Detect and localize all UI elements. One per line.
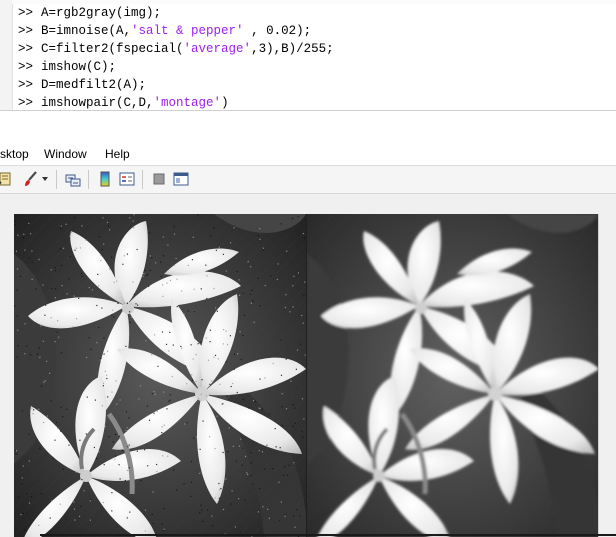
command-prompt: >> (18, 24, 34, 38)
command-prompt: >> (18, 96, 34, 110)
command-line: >> imshow(C); (18, 58, 116, 76)
string-literal: 'salt & pepper' (131, 24, 244, 38)
code-text: ) (221, 96, 229, 110)
right-image (307, 214, 599, 537)
command-line: >> A=rgb2gray(img); (18, 4, 161, 22)
link-plot-icon[interactable] (64, 170, 82, 188)
string-literal: 'montage' (153, 96, 222, 110)
code-text: imshowpair(C,D, (41, 96, 154, 110)
command-window[interactable]: >> A=rgb2gray(img); >> B=imnoise(A,'salt & … (0, 0, 616, 110)
code-text: A=rgb2gray(img); (41, 6, 162, 20)
figure-toolbar (0, 166, 616, 194)
menu-desktop[interactable]: sktop (0, 146, 29, 162)
code-text: D=medfilt2(A); (41, 78, 147, 92)
figure-title-bar (0, 111, 616, 143)
hide-plot-tools-icon[interactable] (150, 170, 168, 188)
dropdown-arrow-icon[interactable] (40, 170, 50, 188)
command-prompt: >> (18, 6, 34, 20)
toolbar-separator (56, 170, 57, 189)
code-text: B=imnoise(A, (41, 24, 132, 38)
show-plot-tools-icon[interactable] (172, 170, 190, 188)
left-image (14, 214, 306, 537)
colorbar-icon[interactable] (96, 170, 114, 188)
command-line: >> C=filter2(fspecial('average',3),B)/255… (18, 40, 334, 58)
command-prompt: >> (18, 42, 34, 56)
edit-plot-icon[interactable] (0, 170, 14, 188)
command-line: >> D=medfilt2(A); (18, 76, 146, 94)
command-prompt: >> (18, 78, 34, 92)
command-line: >> B=imnoise(A,'salt & pepper' , 0.02); (18, 22, 311, 40)
toolbar-separator (142, 170, 143, 189)
string-literal: 'average' (183, 42, 252, 56)
code-text: C=filter2(fspecial( (41, 42, 184, 56)
code-text: imshow(C); (41, 60, 117, 74)
code-text: ,3),B)/255; (251, 42, 334, 56)
image-montage-axes[interactable] (14, 214, 599, 537)
menu-help[interactable]: Help (105, 146, 130, 162)
figure-menu-bar: sktop Window Help (0, 143, 616, 166)
brush-icon[interactable] (22, 170, 40, 188)
axes-edge (598, 214, 599, 537)
legend-icon[interactable] (118, 170, 136, 188)
command-window-gutter (0, 0, 13, 110)
figure-window: sktop Window Help (0, 110, 616, 537)
command-prompt: >> (18, 60, 34, 74)
toolbar-separator (88, 170, 89, 189)
figure-canvas (0, 194, 616, 537)
menu-window[interactable]: Window (44, 146, 87, 162)
code-text: , 0.02); (243, 24, 312, 38)
